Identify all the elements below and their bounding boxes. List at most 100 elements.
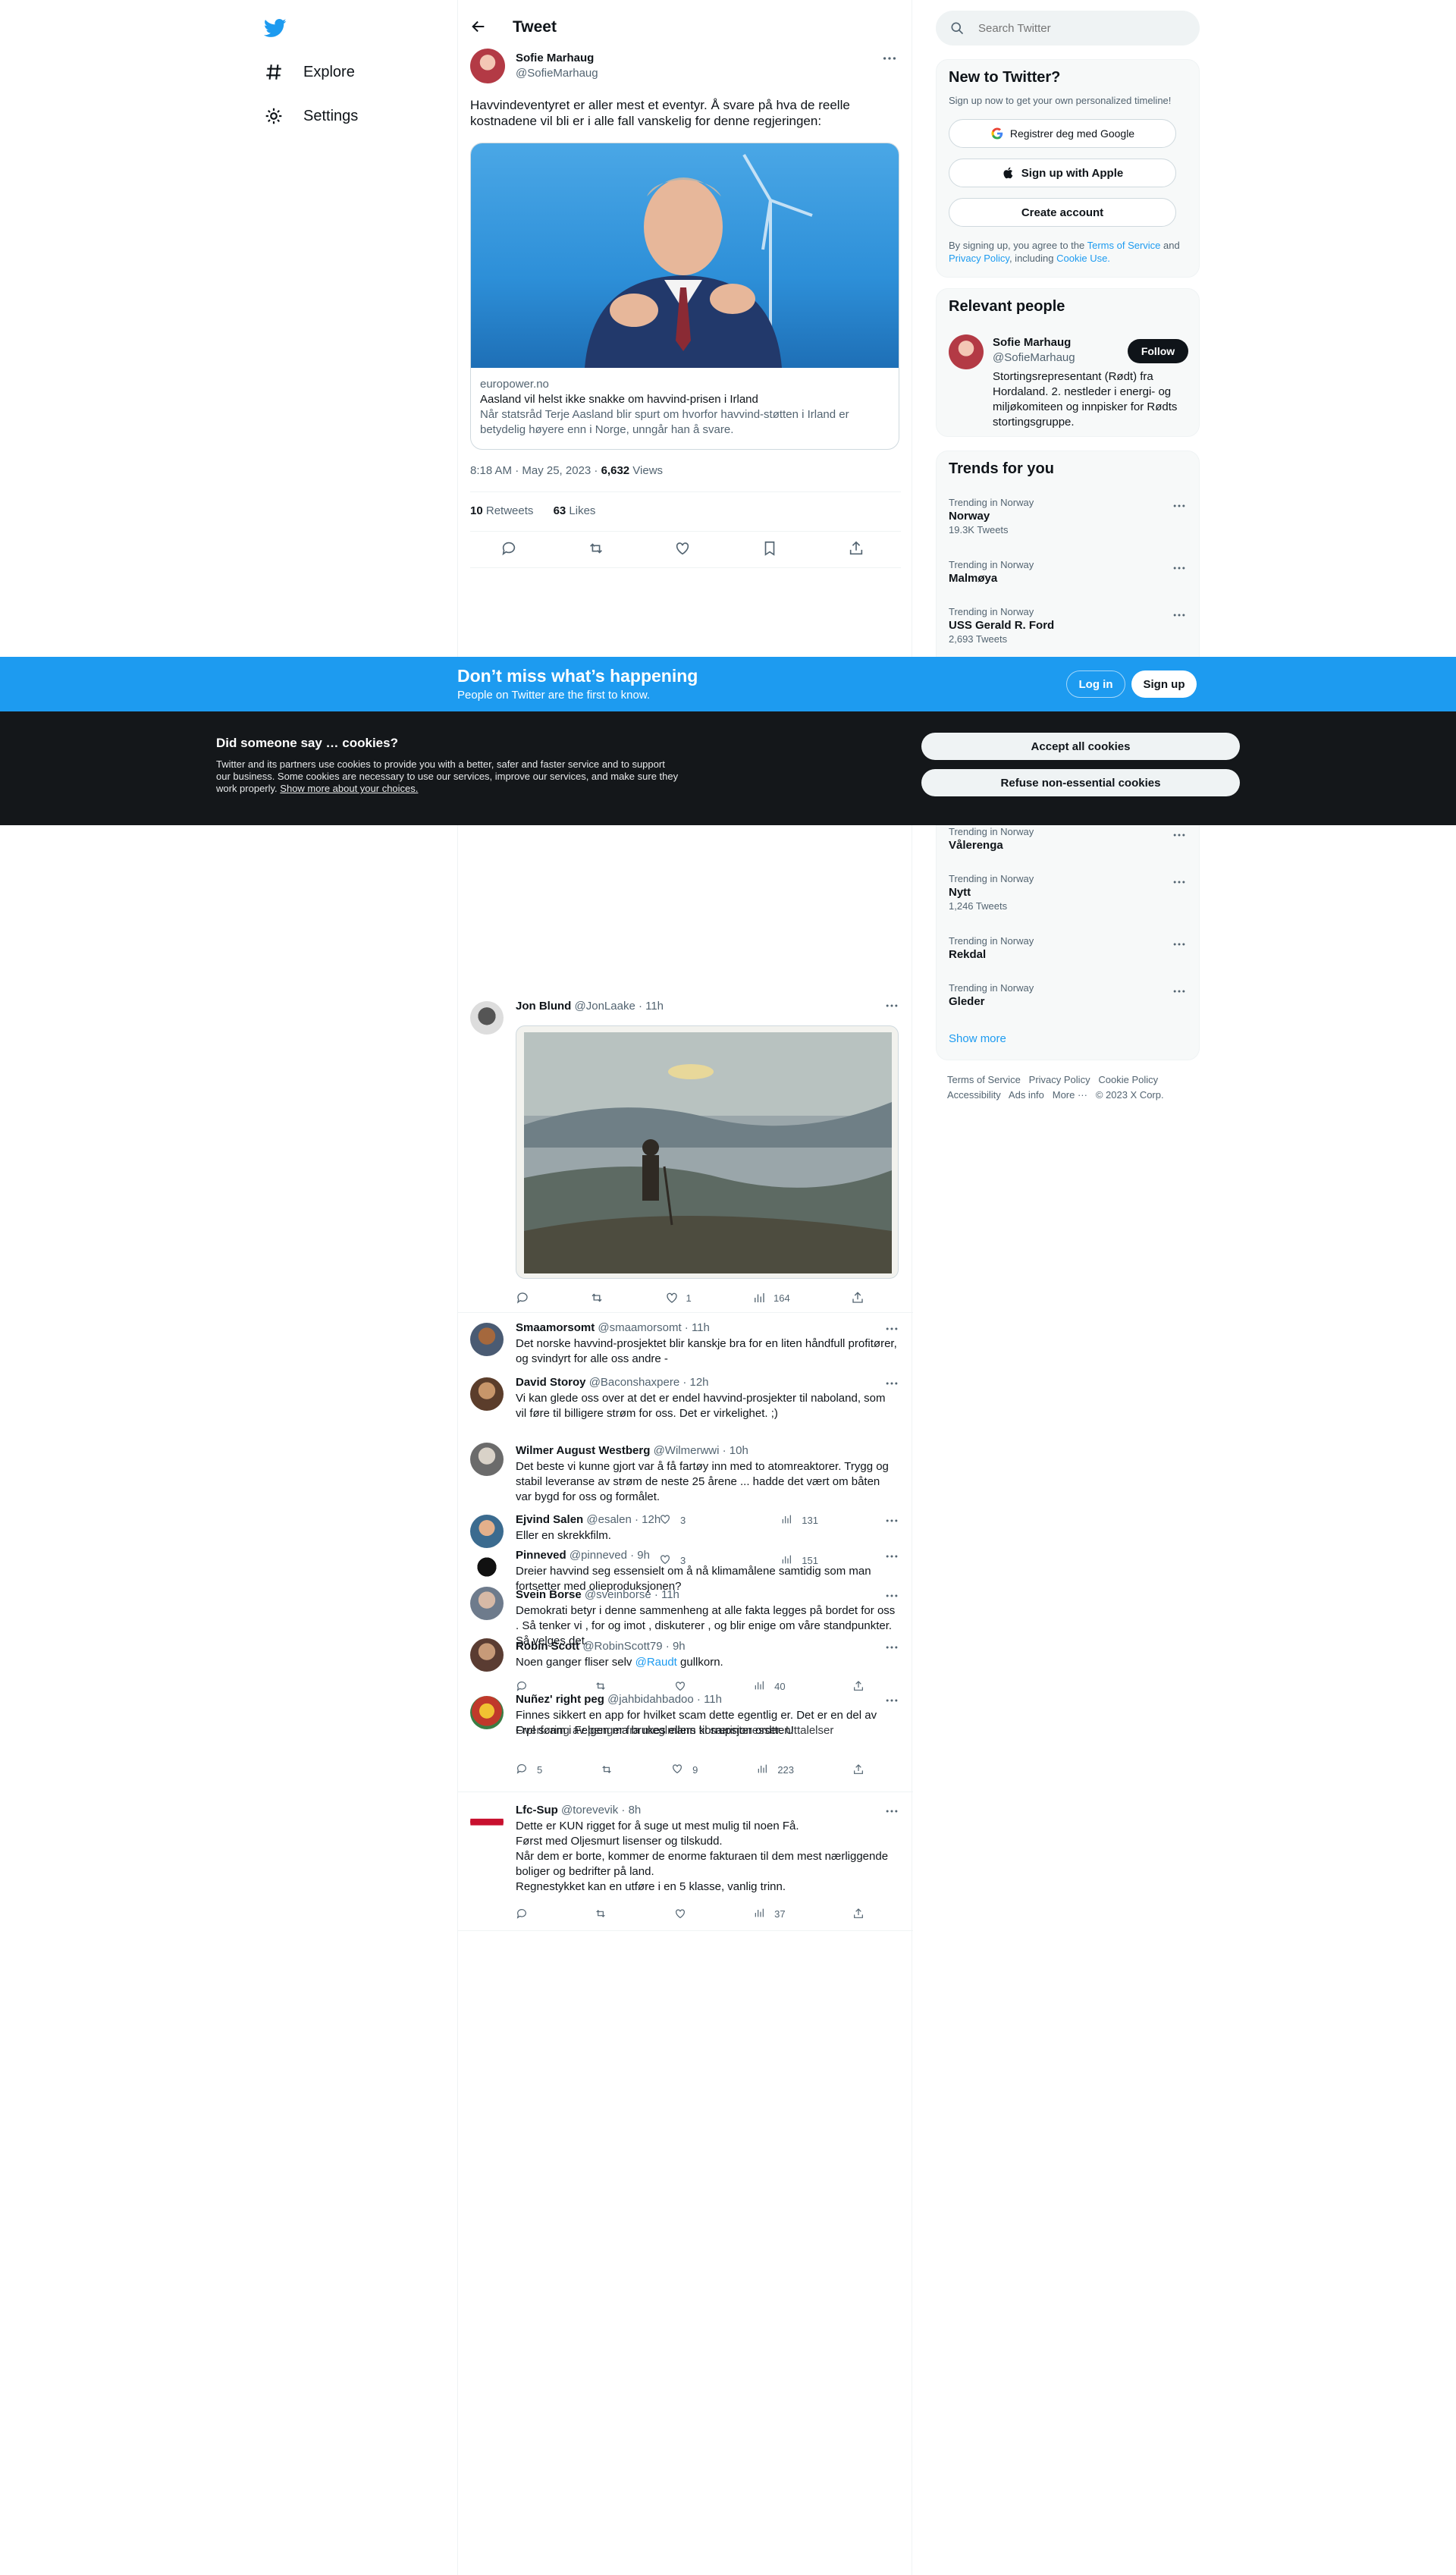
likes-stat[interactable]: 63 Likes <box>554 504 596 517</box>
reply-author-name[interactable]: Pinneved <box>516 1549 566 1562</box>
reply-icon[interactable] <box>516 1291 529 1305</box>
reply-author-name[interactable]: Nuñez' right peg <box>516 1693 604 1706</box>
reply-author-name[interactable]: Robin Scott <box>516 1640 579 1653</box>
more-options-icon[interactable] <box>1172 875 1188 891</box>
follow-button[interactable]: Follow <box>1128 339 1188 363</box>
create-account-button[interactable]: Create account <box>949 198 1176 227</box>
views-action[interactable]: 131 <box>780 1513 818 1527</box>
google-signup-button[interactable]: Registrer deg med Google <box>949 119 1176 148</box>
reply-author-handle[interactable]: @jahbidahbadoo · 11h <box>607 1693 722 1706</box>
reply-icon[interactable] <box>516 1679 528 1693</box>
like-heart-icon[interactable] <box>674 1907 686 1920</box>
reply-author-name[interactable]: Lfc-Sup <box>516 1804 558 1817</box>
more-options-icon[interactable] <box>1172 561 1188 577</box>
person-name[interactable]: Sofie Marhaug <box>993 336 1071 349</box>
like-action[interactable]: 3 <box>659 1553 686 1567</box>
reply-avatar[interactable] <box>470 1443 504 1476</box>
more-options-icon[interactable] <box>1172 608 1188 624</box>
retweet-icon[interactable] <box>590 1291 604 1305</box>
cookie-choices-link[interactable]: Show more about your choices. <box>280 783 418 794</box>
footer-terms-link[interactable]: Terms of Service <box>947 1074 1021 1085</box>
login-button[interactable]: Log in <box>1066 670 1125 698</box>
reply-avatar[interactable] <box>470 1377 504 1411</box>
reply-avatar[interactable] <box>470 1515 504 1548</box>
reply-author-name[interactable]: Svein Borse <box>516 1588 582 1601</box>
reply-author-handle[interactable]: @smaamorsomt · 11h <box>598 1321 710 1334</box>
person-handle[interactable]: @SofieMarhaug <box>993 351 1075 364</box>
apple-signup-button[interactable]: Sign up with Apple <box>949 159 1176 187</box>
reply-avatar[interactable] <box>470 1638 504 1672</box>
retweets-stat[interactable]: 10 Retweets <box>470 504 533 517</box>
more-options-icon[interactable] <box>1172 498 1188 515</box>
share-icon[interactable] <box>852 1679 864 1693</box>
reply-image[interactable] <box>516 1025 899 1279</box>
search-box[interactable] <box>936 11 1200 46</box>
reply-avatar[interactable] <box>470 1805 504 1839</box>
views-action[interactable]: 164 <box>752 1291 790 1305</box>
refuse-cookies-button[interactable]: Refuse non-essential cookies <box>921 769 1240 796</box>
trend-item[interactable]: Trending in Norway Nytt 1,246 Tweets <box>949 873 1188 912</box>
like-action[interactable]: 1 <box>665 1291 692 1305</box>
more-options-icon[interactable] <box>884 998 901 1015</box>
cookie-use-link[interactable]: Cookie Use. <box>1056 253 1110 264</box>
reply-author-name[interactable]: Ejvind Salen <box>516 1513 583 1526</box>
more-options-icon[interactable] <box>1172 827 1188 844</box>
nav-settings[interactable]: Settings <box>264 106 358 126</box>
reply-author-handle[interactable]: @Wilmerwwi · 10h <box>654 1444 748 1457</box>
like-action[interactable]: 9 <box>671 1763 698 1776</box>
bookmark-icon[interactable] <box>761 540 778 557</box>
more-options-icon[interactable] <box>884 1549 901 1565</box>
author-name[interactable]: Sofie Marhaug <box>516 52 594 64</box>
more-options-icon[interactable] <box>884 1804 901 1820</box>
author-handle[interactable]: @SofieMarhaug <box>516 67 598 80</box>
reply-author-handle[interactable]: @sveinborse · 11h <box>585 1588 679 1601</box>
reply-author-handle[interactable]: @esalen · 12h <box>586 1513 661 1526</box>
tweet-timestamp[interactable]: 8:18 AM · May 25, 2023 · <box>470 464 601 477</box>
reply-icon[interactable] <box>516 1907 528 1920</box>
reply-avatar[interactable] <box>470 1323 504 1356</box>
reply-author-handle[interactable]: @JonLaake · 11h <box>575 1000 664 1013</box>
privacy-link[interactable]: Privacy Policy <box>949 253 1009 264</box>
views-action[interactable]: 37 <box>753 1907 786 1920</box>
like-action[interactable]: 3 <box>659 1513 686 1527</box>
more-options-icon[interactable] <box>1172 937 1188 953</box>
more-options-icon[interactable] <box>884 1588 901 1605</box>
retweet-icon[interactable] <box>595 1679 607 1693</box>
reply-author-name[interactable]: Smaamorsomt <box>516 1321 595 1334</box>
retweet-icon[interactable] <box>588 540 604 557</box>
share-icon[interactable] <box>852 1907 864 1920</box>
nav-explore[interactable]: Explore <box>264 62 355 82</box>
more-options-icon[interactable] <box>884 1640 901 1656</box>
retweet-icon[interactable] <box>601 1763 613 1776</box>
reply-avatar[interactable] <box>470 1001 504 1035</box>
reply-author-handle[interactable]: @pinneved · 9h <box>570 1549 650 1562</box>
like-heart-icon[interactable] <box>674 540 691 557</box>
author-avatar[interactable] <box>470 49 505 83</box>
more-options-icon[interactable] <box>1172 984 1188 1000</box>
trend-item[interactable]: Trending in Norway Vålerenga <box>949 826 1188 852</box>
reply-author-handle[interactable]: @Baconshaxpere · 12h <box>589 1376 709 1389</box>
views-action[interactable]: 223 <box>756 1763 794 1776</box>
views-action[interactable]: 40 <box>753 1679 786 1693</box>
trend-item[interactable]: Trending in Norway Gleder <box>949 982 1188 1008</box>
reply-avatar[interactable] <box>470 1550 504 1584</box>
reply-icon[interactable] <box>500 540 517 557</box>
more-options-icon[interactable] <box>884 1693 901 1710</box>
footer-accessibility-link[interactable]: Accessibility <box>947 1089 1001 1101</box>
retweet-icon[interactable] <box>595 1907 607 1920</box>
reply-author-name[interactable]: Jon Blund <box>516 1000 571 1013</box>
terms-link[interactable]: Terms of Service <box>1087 240 1161 251</box>
reply-author-name[interactable]: David Storoy <box>516 1376 586 1389</box>
footer-cookie-link[interactable]: Cookie Policy <box>1098 1074 1158 1085</box>
share-icon[interactable] <box>852 1763 864 1776</box>
reply-avatar[interactable] <box>470 1587 504 1620</box>
link-card[interactable]: europower.no Aasland vil helst ikke snak… <box>470 143 899 450</box>
more-options-icon[interactable] <box>884 1513 901 1530</box>
more-options-icon[interactable] <box>884 1321 901 1338</box>
more-options-icon[interactable] <box>881 50 898 67</box>
share-icon[interactable] <box>851 1291 864 1305</box>
signup-button[interactable]: Sign up <box>1131 670 1197 698</box>
mention-link[interactable]: @Raudt <box>635 1656 677 1669</box>
search-input[interactable] <box>978 11 1191 46</box>
reply-author-handle[interactable]: @RobinScott79 · 9h <box>582 1640 685 1653</box>
